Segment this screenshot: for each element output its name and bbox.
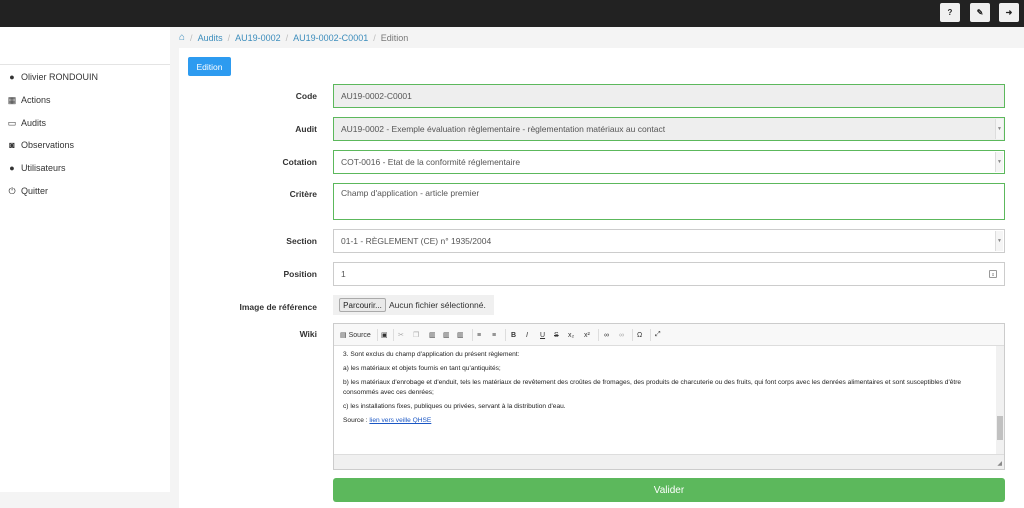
editor-content[interactable]: 3. Sont exclus du champ d'application du… (334, 346, 996, 454)
resize-handle-icon[interactable]: ◢ (997, 460, 1002, 467)
breadcrumb-criterion[interactable]: AU19-0002-C0001 (293, 33, 368, 43)
source-link[interactable]: lien vers veille QHSE (369, 417, 431, 424)
stepper-icon[interactable]: ⇕ (989, 270, 997, 278)
strike-icon[interactable]: S (554, 330, 559, 340)
camera-icon: ◙ (9, 140, 15, 150)
main-content: ⌂ / Audits / AU19-0002 / AU19-0002-C0001… (179, 27, 1024, 508)
source-label: Source (348, 331, 371, 339)
user-icon: ● (9, 72, 15, 82)
critere-textarea[interactable]: Champ d'application - article premier (333, 183, 1005, 220)
breadcrumb-current: Edition (380, 32, 409, 43)
critere-label: Critère (289, 189, 317, 199)
section-label: Section (286, 236, 317, 246)
sidebar-divider (0, 64, 170, 65)
paste-word-icon[interactable]: ▥ (457, 330, 464, 340)
audit-select[interactable]: AU19-0002 - Exemple évaluation règlement… (333, 117, 1005, 141)
save-icon[interactable]: ▣ (381, 330, 388, 340)
help-icon: ? (947, 8, 953, 17)
cut-icon[interactable]: ✂ (398, 330, 404, 340)
submit-button[interactable]: Valider (333, 478, 1005, 502)
breadcrumb-audit[interactable]: AU19-0002 (235, 33, 281, 43)
copy-icon[interactable]: ❐ (413, 330, 419, 340)
sidebar-item-label: Quitter (21, 186, 49, 196)
sidebar-item-audits[interactable]: ▭ Audits (7, 116, 46, 130)
tag-button[interactable]: ✎ (970, 3, 990, 22)
paste-icon[interactable]: ▥ (429, 330, 436, 340)
sidebar-item-label: Olivier RONDOUIN (21, 72, 99, 82)
code-field[interactable]: AU19-0002-C0001 (333, 84, 1005, 108)
source-button[interactable]: ▤ Source (340, 330, 371, 340)
cotation-label: Cotation (282, 157, 317, 167)
special-char-icon[interactable]: Ω (637, 330, 642, 340)
sidebar-item-actions[interactable]: ▦ Actions (7, 93, 51, 107)
wiki-editor[interactable]: ▤ Source ▣ ✂ ❐ ▥ ▥ ▥ ≡ ≡ B I U S x₂ x² ∞… (333, 323, 1005, 470)
chevron-down-icon: ▼ (995, 119, 1003, 139)
cotation-value: COT-0016 - Etat de la conformité régleme… (341, 157, 521, 167)
chevron-down-icon: ▼ (995, 152, 1003, 172)
logout-icon: ➜ (1005, 8, 1013, 17)
editor-source-line: Source : lien vers veille QHSE (343, 416, 987, 426)
sidebar-item-label: Observations (21, 140, 75, 150)
browse-button[interactable]: Parcourir... (339, 298, 386, 312)
sidebar-item-label: Audits (21, 118, 47, 128)
chevron-down-icon: ▼ (995, 231, 1003, 251)
cotation-select[interactable]: COT-0016 - Etat de la conformité régleme… (333, 150, 1005, 174)
subscript-icon[interactable]: x₂ (568, 330, 574, 340)
help-button[interactable]: ? (940, 3, 960, 22)
calendar-icon: ▦ (7, 94, 17, 105)
editor-paragraph: a) les matériaux et objets fournis en ta… (343, 365, 501, 372)
italic-icon[interactable]: I (526, 330, 528, 340)
bold-icon[interactable]: B (511, 330, 516, 340)
scrollbar-thumb[interactable] (997, 416, 1003, 440)
power-icon: ⏻ (8, 185, 16, 196)
link-icon[interactable]: ∞ (604, 330, 609, 340)
source-prefix: Source : (343, 417, 370, 424)
audit-value: AU19-0002 - Exemple évaluation règlement… (341, 124, 666, 134)
sidebar-item-user[interactable]: ● Olivier RONDOUIN (7, 70, 98, 84)
underline-icon[interactable]: U (540, 330, 545, 340)
code-label: Code (295, 91, 317, 101)
code-value: AU19-0002-C0001 (341, 91, 412, 101)
users-icon: ● (9, 163, 15, 173)
monitor-icon: ▭ (7, 117, 17, 128)
file-status: Aucun fichier sélectionné. (389, 300, 486, 310)
top-bar: ? ✎ ➜ (0, 0, 1024, 27)
position-input[interactable]: 1 ⇕ (333, 262, 1005, 286)
maximize-icon[interactable]: ⤢ (655, 330, 661, 340)
logout-button[interactable]: ➜ (999, 3, 1019, 22)
unlink-icon[interactable]: ∞ (619, 330, 624, 340)
breadcrumb: ⌂ / Audits / AU19-0002 / AU19-0002-C0001… (179, 27, 1024, 48)
numbered-list-icon[interactable]: ≡ (477, 330, 481, 340)
home-icon[interactable]: ⌂ (179, 32, 185, 43)
section-value: 01-1 - RÈGLEMENT (CE) n° 1935/2004 (341, 236, 492, 246)
editor-paragraph: c) les installations fixes, publiques ou… (343, 403, 566, 410)
editor-toolbar: ▤ Source ▣ ✂ ❐ ▥ ▥ ▥ ≡ ≡ B I U S x₂ x² ∞… (334, 324, 1004, 346)
image-label: Image de référence (239, 302, 317, 312)
tag-icon: ✎ (976, 8, 984, 17)
tab-edition[interactable]: Edition (188, 57, 231, 76)
editor-paragraph: b) les matériaux d'enrobage et d'enduit,… (343, 379, 962, 396)
audit-label: Audit (295, 124, 317, 134)
critere-value: Champ d'application - article premier (341, 188, 480, 198)
wiki-label: Wiki (299, 329, 317, 339)
source-icon: ▤ (340, 332, 347, 339)
position-value: 1 (341, 269, 346, 279)
sidebar-item-observations[interactable]: ◙ Observations (7, 138, 74, 152)
position-label: Position (283, 269, 317, 279)
sidebar-item-label: Utilisateurs (21, 163, 66, 173)
sidebar-item-label: Actions (21, 95, 51, 105)
section-select[interactable]: 01-1 - RÈGLEMENT (CE) n° 1935/2004 ▼ (333, 229, 1005, 253)
sidebar: ● Olivier RONDOUIN ▦ Actions ▭ Audits ◙ … (0, 27, 170, 492)
superscript-icon[interactable]: x² (584, 330, 590, 340)
bulleted-list-icon[interactable]: ≡ (492, 330, 496, 340)
sidebar-item-utilisateurs[interactable]: ● Utilisateurs (7, 161, 66, 175)
editor-scrollbar[interactable] (996, 346, 1004, 454)
editor-paragraph: 3. Sont exclus du champ d'application du… (343, 351, 520, 358)
editor-footer: ◢ (334, 454, 1004, 469)
breadcrumb-audits[interactable]: Audits (198, 33, 223, 43)
sidebar-item-quitter[interactable]: ⏻ Quitter (7, 184, 48, 198)
paste-text-icon[interactable]: ▥ (443, 330, 450, 340)
